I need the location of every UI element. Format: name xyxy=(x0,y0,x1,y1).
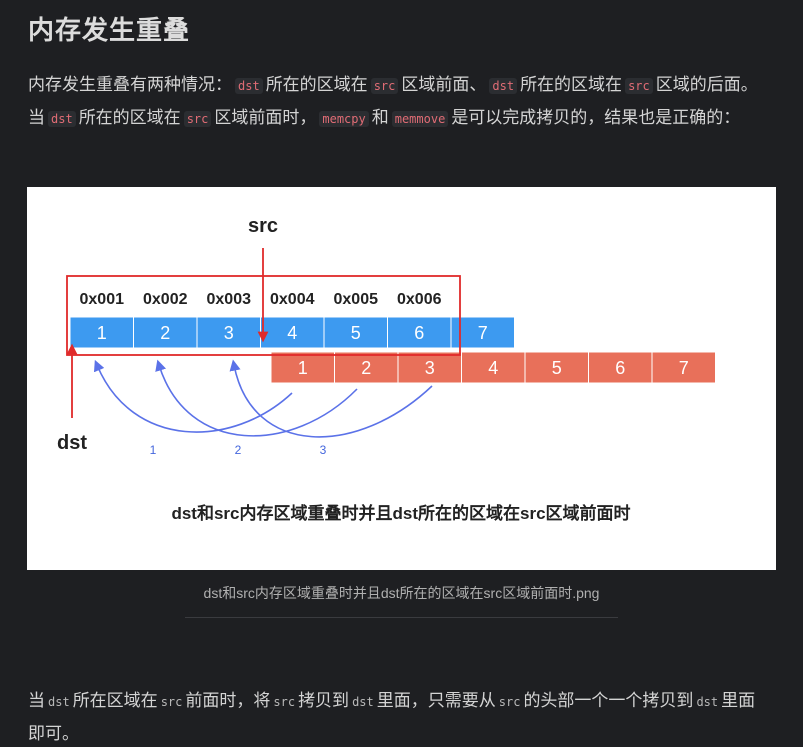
intro-text: 是可以完成拷贝的，结果也是正确的： xyxy=(451,108,741,128)
inline-code: dst xyxy=(352,695,374,709)
src-cell-label: 6 xyxy=(615,358,625,378)
dst-cell-label: 3 xyxy=(224,323,234,343)
src-label: src xyxy=(248,215,278,237)
intro-text: 和 xyxy=(371,108,389,128)
address-label: 0x003 xyxy=(207,291,252,308)
inline-code: src xyxy=(370,78,399,94)
inline-code: src xyxy=(273,695,296,709)
intro-text: 所在的区域在 xyxy=(78,108,181,128)
dst-label: dst xyxy=(57,432,87,454)
after-text: 前面时，将 xyxy=(185,691,271,711)
inline-code: src xyxy=(498,695,521,709)
inline-code: src xyxy=(625,78,653,94)
image-caption: dst和src内存区域重叠时并且dst所在的区域在src区域前面时.png xyxy=(185,583,618,618)
inline-code: src xyxy=(183,111,212,127)
arrow-label-1: 1 xyxy=(150,443,157,457)
src-cell-label: 5 xyxy=(552,358,562,378)
intro-text: 区域前面时， xyxy=(214,108,317,128)
intro-text: 所在的区域在 xyxy=(520,75,623,95)
dst-cell-label: 5 xyxy=(351,323,361,343)
after-text: 的头部一个一个拷贝到 xyxy=(523,691,694,711)
inline-code: src xyxy=(160,695,183,709)
intro-text: 内存发生重叠有两种情况： xyxy=(28,75,232,95)
src-cell-label: 3 xyxy=(425,358,435,378)
dst-cell-label: 7 xyxy=(478,323,488,343)
inline-code: dst xyxy=(48,695,70,709)
intro-text: 区域前面、 xyxy=(401,75,487,95)
intro-text: 区域的后面。 xyxy=(655,75,758,95)
dst-cell-label: 6 xyxy=(414,323,424,343)
dst-cell-label: 1 xyxy=(97,323,107,343)
inline-code: dst xyxy=(696,695,719,709)
diagram-svg: 0x001 0x002 0x003 0x004 0x005 0x006 1 2 3 4 5 6 7 1 2 3… xyxy=(57,215,716,523)
after-text: 拷贝到 xyxy=(298,691,350,711)
intro-text: 所在的区域在 xyxy=(265,75,368,95)
inline-code: dst xyxy=(48,111,76,127)
after-paragraph: 当 dst 所在区域在 src 前面时，将 src 拷贝到 dst 里面，只需要从 src 的头部一… xyxy=(28,685,768,747)
dst-cell-label: 2 xyxy=(160,323,170,343)
copy-arrow-1 xyxy=(93,359,293,433)
after-text: 里面，只需要从 xyxy=(376,691,496,711)
address-label: 0x002 xyxy=(143,291,188,308)
address-label: 0x005 xyxy=(334,291,379,308)
after-text: 所在区域在 xyxy=(72,691,158,711)
src-cell-label: 7 xyxy=(679,358,689,378)
intro-paragraph: 内存发生重叠有两种情况： dst 所在的区域在 src 区域前面、 dst 所在的区域在 sr… xyxy=(28,69,768,135)
inline-code: dst xyxy=(489,78,518,94)
after-text: 当 xyxy=(28,691,45,711)
address-label: 0x006 xyxy=(397,291,442,308)
src-cell-label: 4 xyxy=(488,358,498,378)
address-label: 0x001 xyxy=(80,291,125,308)
arrow-label-3: 3 xyxy=(320,443,327,457)
intro-text: 当 xyxy=(28,108,45,128)
memory-overlap-diagram: 0x001 0x002 0x003 0x004 0x005 0x006 1 2 3 4 5 6 7 1 2 3… xyxy=(27,187,776,570)
dst-cell-label: 4 xyxy=(287,323,297,343)
arrow-label-2: 2 xyxy=(235,443,242,457)
address-label: 0x004 xyxy=(270,291,315,308)
src-cell-label: 1 xyxy=(298,358,308,378)
page-title: 内存发生重叠 xyxy=(28,16,191,46)
src-cell-label: 2 xyxy=(361,358,371,378)
inline-code: dst xyxy=(235,78,263,94)
inline-code: memmove xyxy=(391,111,449,127)
inline-code: memcpy xyxy=(319,111,369,127)
diagram-title: dst和src内存区域重叠时并且dst所在的区域在src区域前面时 xyxy=(171,503,630,523)
